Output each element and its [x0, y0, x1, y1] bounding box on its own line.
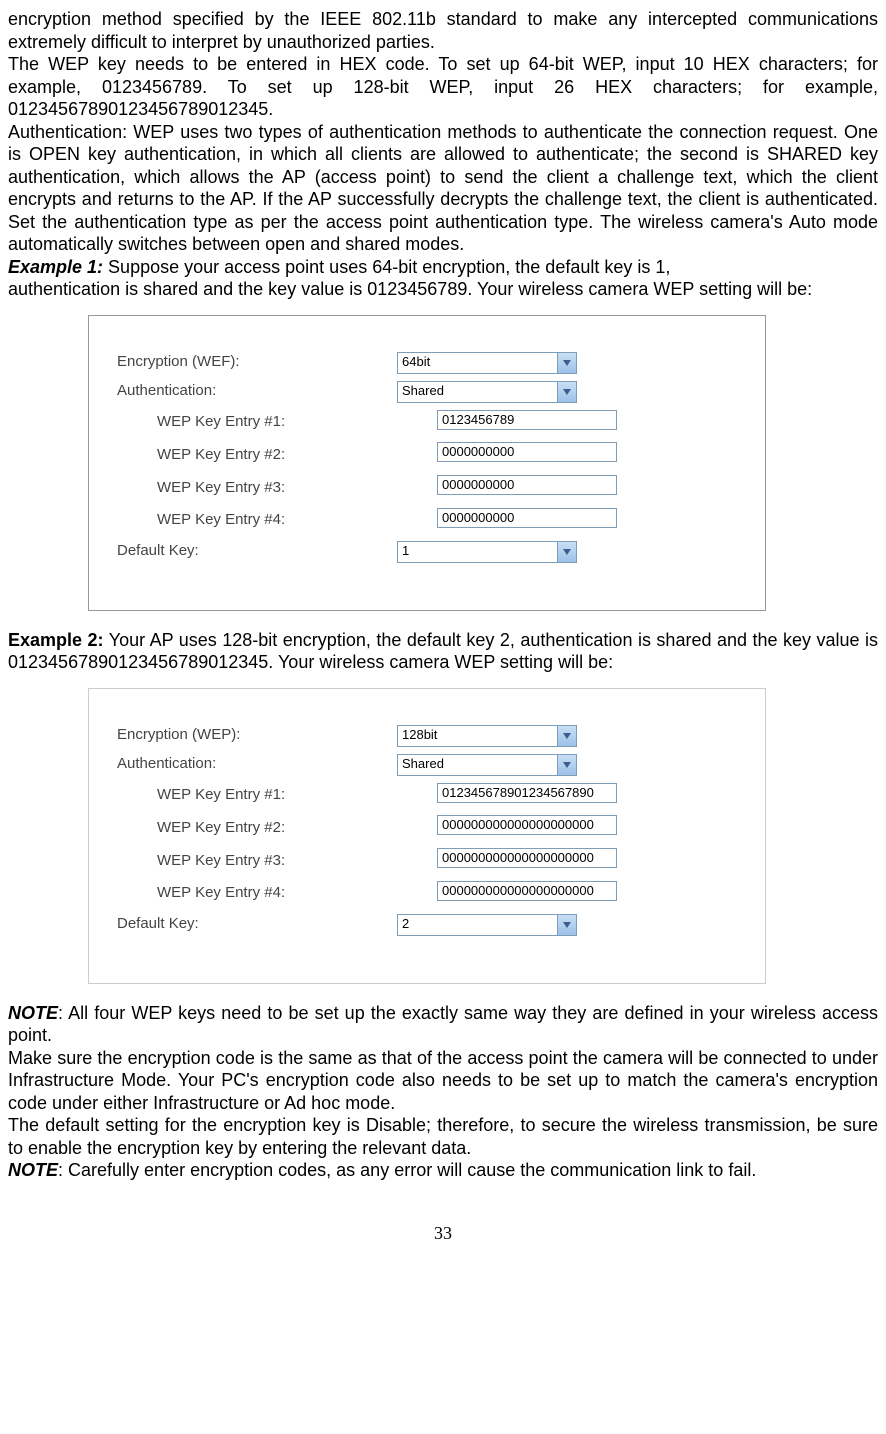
note-1: NOTE: All four WEP keys need to be set u… — [8, 1002, 878, 1047]
label-wep3: WEP Key Entry #3: — [117, 479, 437, 498]
label-encryption: Encryption (WEP): — [117, 726, 397, 745]
input-wep1[interactable]: 012345678901234567890 — [437, 783, 617, 803]
select-value: Shared — [402, 756, 444, 772]
select-value: 1 — [402, 543, 409, 559]
row-auth: Authentication: Shared — [117, 381, 737, 403]
select-encryption[interactable]: 64bit — [397, 352, 577, 374]
paragraph: Authentication: WEP uses two types of au… — [8, 121, 878, 256]
example1-line2: authentication is shared and the key val… — [8, 278, 878, 301]
wep-panel-1: Encryption (WEF): 64bit Authentication: … — [88, 315, 766, 611]
paragraph: The WEP key needs to be entered in HEX c… — [8, 53, 878, 121]
chevron-down-icon — [557, 726, 576, 746]
row-wep2: WEP Key Entry #2: 0000000000 — [117, 442, 737, 468]
row-wep3: WEP Key Entry #3: 000000000000000000000 — [117, 848, 737, 874]
example2-body: Your AP uses 128-bit encryption, the def… — [8, 630, 878, 673]
example1-line1: Suppose your access point uses 64-bit en… — [103, 257, 670, 277]
note-4: NOTE: Carefully enter encryption codes, … — [8, 1159, 878, 1182]
label-default: Default Key: — [117, 542, 397, 561]
page-number: 33 — [8, 1222, 878, 1245]
label-default: Default Key: — [117, 915, 397, 934]
input-wep4[interactable]: 0000000000 — [437, 508, 617, 528]
row-wep3: WEP Key Entry #3: 0000000000 — [117, 475, 737, 501]
example1-text: Example 1: Suppose your access point use… — [8, 256, 878, 279]
select-auth[interactable]: Shared — [397, 381, 577, 403]
input-wep3[interactable]: 0000000000 — [437, 475, 617, 495]
input-wep1[interactable]: 0123456789 — [437, 410, 617, 430]
label-wep1: WEP Key Entry #1: — [117, 413, 437, 432]
input-wep3[interactable]: 000000000000000000000 — [437, 848, 617, 868]
chevron-down-icon — [557, 542, 576, 562]
label-encryption: Encryption (WEF): — [117, 353, 397, 372]
note-2: Make sure the encryption code is the sam… — [8, 1047, 878, 1115]
paragraph: encryption method specified by the IEEE … — [8, 8, 878, 53]
note-1-text: : All four WEP keys need to be set up th… — [8, 1003, 878, 1046]
select-encryption[interactable]: 128bit — [397, 725, 577, 747]
example1-label: Example 1: — [8, 257, 103, 277]
note-label: NOTE — [8, 1003, 58, 1023]
label-wep4: WEP Key Entry #4: — [117, 511, 437, 530]
wep-panel-2: Encryption (WEP): 128bit Authentication:… — [88, 688, 766, 984]
label-wep2: WEP Key Entry #2: — [117, 819, 437, 838]
select-default-key[interactable]: 2 — [397, 914, 577, 936]
label-wep3: WEP Key Entry #3: — [117, 852, 437, 871]
note-4-text: : Carefully enter encryption codes, as a… — [58, 1160, 756, 1180]
select-default-key[interactable]: 1 — [397, 541, 577, 563]
chevron-down-icon — [557, 915, 576, 935]
select-value: 128bit — [402, 727, 437, 743]
row-encryption: Encryption (WEF): 64bit — [117, 352, 737, 374]
select-value: 64bit — [402, 354, 430, 370]
input-wep2[interactable]: 000000000000000000000 — [437, 815, 617, 835]
row-default: Default Key: 1 — [117, 541, 737, 563]
note-3: The default setting for the encryption k… — [8, 1114, 878, 1159]
example2-label: Example 2: — [8, 630, 104, 650]
row-default: Default Key: 2 — [117, 914, 737, 936]
select-value: 2 — [402, 916, 409, 932]
row-wep4: WEP Key Entry #4: 000000000000000000000 — [117, 881, 737, 907]
label-wep2: WEP Key Entry #2: — [117, 446, 437, 465]
row-wep4: WEP Key Entry #4: 0000000000 — [117, 508, 737, 534]
input-wep2[interactable]: 0000000000 — [437, 442, 617, 462]
select-auth[interactable]: Shared — [397, 754, 577, 776]
row-auth: Authentication: Shared — [117, 754, 737, 776]
label-wep4: WEP Key Entry #4: — [117, 884, 437, 903]
label-auth: Authentication: — [117, 382, 397, 401]
chevron-down-icon — [557, 353, 576, 373]
row-wep1: WEP Key Entry #1: 0123456789 — [117, 410, 737, 436]
label-auth: Authentication: — [117, 755, 397, 774]
chevron-down-icon — [557, 382, 576, 402]
chevron-down-icon — [557, 755, 576, 775]
row-encryption: Encryption (WEP): 128bit — [117, 725, 737, 747]
row-wep1: WEP Key Entry #1: 012345678901234567890 — [117, 783, 737, 809]
select-value: Shared — [402, 383, 444, 399]
label-wep1: WEP Key Entry #1: — [117, 786, 437, 805]
example2-text: Example 2: Your AP uses 128-bit encrypti… — [8, 629, 878, 674]
input-wep4[interactable]: 000000000000000000000 — [437, 881, 617, 901]
note-label: NOTE — [8, 1160, 58, 1180]
row-wep2: WEP Key Entry #2: 000000000000000000000 — [117, 815, 737, 841]
